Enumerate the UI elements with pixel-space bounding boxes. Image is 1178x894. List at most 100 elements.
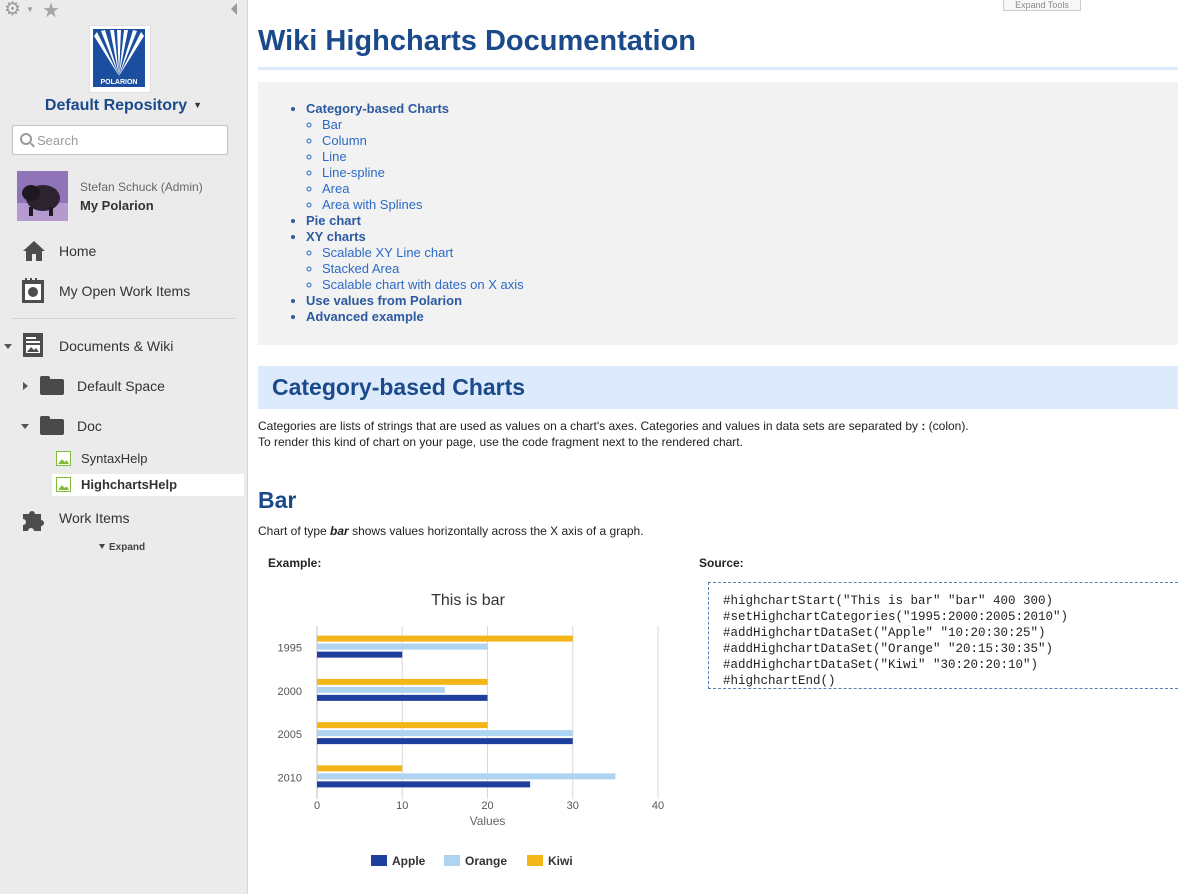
code-line: #setHighchartCategories("1995:2000:2005:…: [723, 610, 1069, 624]
section-paragraph: Categories are lists of strings that are…: [258, 419, 969, 433]
bar-desc-em: bar: [330, 524, 349, 538]
legend-label-orange: Orange: [465, 854, 507, 868]
x-tick-label: 30: [567, 800, 579, 812]
bar-apple: [317, 651, 403, 658]
table-of-contents: Category-based Charts Bar Column Line Li…: [258, 82, 1178, 345]
logo-text: POLARION: [101, 79, 138, 86]
section-text-2: To render this kind of chart on your pag…: [258, 435, 743, 449]
toc-bar-link[interactable]: Bar: [322, 117, 342, 132]
toc-line-spline-link[interactable]: Line-spline: [322, 165, 385, 180]
code-line: #highchartEnd(): [723, 674, 836, 688]
nav-default-space[interactable]: Default Space: [77, 378, 165, 394]
legend-swatch-apple: [371, 855, 387, 866]
legend-label-kiwi: Kiwi: [548, 854, 573, 868]
chevron-down-icon: [99, 544, 105, 549]
my-polarion-link[interactable]: My Polarion: [80, 198, 154, 213]
toc-subitem: Column: [322, 133, 524, 149]
section-heading-box: Category-based Charts: [258, 366, 1178, 409]
title-underline: [258, 67, 1178, 70]
bar-desc-end: shows values horizontally across the X a…: [348, 524, 644, 538]
bar-chart: This is bar 0 10 20 30 40 Values 1995 2000 2005 20…: [278, 592, 665, 868]
toc-pie-link[interactable]: Pie chart: [306, 213, 361, 228]
legend-swatch-kiwi: [527, 855, 543, 866]
toc-subitem: Area: [322, 181, 524, 197]
toc-category-link[interactable]: Category-based Charts: [306, 101, 449, 116]
home-icon[interactable]: [22, 239, 46, 263]
toc-subitem: Line-spline: [322, 165, 524, 181]
chevron-down-icon[interactable]: ▼: [26, 5, 34, 14]
wiki-page-icon: [56, 477, 71, 492]
nav-home[interactable]: Home: [59, 243, 96, 259]
legend-label-apple: Apple: [392, 854, 426, 868]
bar-orange: [317, 773, 616, 780]
toc-item: Advanced example: [306, 309, 524, 325]
legend-swatch-orange: [444, 855, 460, 866]
toc-scalable-xy-link[interactable]: Scalable XY Line chart: [322, 245, 453, 260]
toc-xy-link[interactable]: XY charts: [306, 229, 366, 244]
expand-link[interactable]: Expand: [99, 542, 145, 553]
work-items-list-icon[interactable]: [21, 278, 45, 304]
search-icon: [20, 133, 32, 145]
document-icon: [23, 333, 43, 357]
search-input[interactable]: [37, 130, 222, 150]
x-tick-label: 10: [396, 800, 408, 812]
star-icon[interactable]: ★: [42, 0, 60, 23]
nav-highcharts-help[interactable]: HighchartsHelp: [81, 477, 177, 492]
toc-subitem: Area with Splines: [322, 197, 524, 213]
toc-line-link[interactable]: Line: [322, 149, 347, 164]
bar-kiwi: [317, 635, 573, 642]
code-line: #addHighchartDataSet("Orange" "20:15:30:…: [723, 642, 1054, 656]
code-line: #highchartStart("This is bar" "bar" 400 …: [723, 594, 1054, 608]
repository-selector[interactable]: Default Repository ▼: [0, 97, 247, 115]
toc-subitem: Stacked Area: [322, 261, 524, 277]
toc-column-link[interactable]: Column: [322, 133, 367, 148]
nav-work-items[interactable]: Work Items: [59, 510, 130, 526]
source-code-block: #highchartStart("This is bar" "bar" 400 …: [708, 582, 1178, 689]
nav-doc[interactable]: Doc: [77, 418, 102, 434]
page-title: Wiki Highcharts Documentation: [258, 25, 697, 57]
user-name: Stefan Schuck (Admin): [80, 180, 203, 194]
bar-kiwi: [317, 722, 488, 729]
toc-area-splines-link[interactable]: Area with Splines: [322, 197, 422, 212]
expand-arrow-icon[interactable]: [23, 382, 28, 390]
nav-my-open-work-items[interactable]: My Open Work Items: [59, 283, 190, 299]
y-tick-label: 2000: [278, 686, 302, 698]
section-text-1: Categories are lists of strings that are…: [258, 419, 922, 433]
toc-item: XY charts Scalable XY Line chart Stacked…: [306, 229, 524, 293]
collapse-arrow-icon[interactable]: [4, 344, 12, 349]
search-box[interactable]: [12, 125, 228, 155]
wiki-page-icon: [56, 451, 71, 466]
bar-heading: Bar: [258, 487, 297, 513]
sidebar: ⚙ ▼ ★ POLARION Default Repository ▼ Sear…: [0, 0, 248, 894]
gear-icon[interactable]: ⚙: [4, 0, 21, 21]
toc-stacked-area-link[interactable]: Stacked Area: [322, 261, 399, 276]
toc-use-values-link[interactable]: Use values from Polarion: [306, 293, 462, 308]
toc-subitem: Line: [322, 149, 524, 165]
nav-syntax-help[interactable]: SyntaxHelp: [81, 451, 147, 466]
example-label: Example:: [268, 556, 322, 570]
toc-area-link[interactable]: Area: [322, 181, 349, 196]
bar-orange: [317, 730, 573, 737]
y-tick-label: 1995: [278, 643, 302, 655]
section-text-1-end: (colon).: [925, 419, 969, 433]
bar-apple: [317, 694, 488, 701]
toc-advanced-link[interactable]: Advanced example: [306, 309, 424, 324]
folder-icon: [40, 376, 64, 395]
nav-documents-wiki[interactable]: Documents & Wiki: [59, 338, 173, 354]
x-tick-label: 20: [481, 800, 493, 812]
repository-name[interactable]: Default Repository: [45, 97, 187, 114]
code-line: #addHighchartDataSet("Kiwi" "30:20:20:10…: [723, 658, 1039, 672]
expand-tools-button[interactable]: Expand Tools: [1003, 0, 1081, 11]
collapse-sidebar-icon[interactable]: [231, 3, 237, 15]
bar-apple: [317, 738, 573, 745]
toc-scalable-dates-link[interactable]: Scalable chart with dates on X axis: [322, 277, 524, 292]
toc-subitem: Bar: [322, 117, 524, 133]
avatar[interactable]: [17, 171, 68, 221]
bar-kiwi: [317, 678, 488, 685]
section-heading: Category-based Charts: [272, 374, 526, 400]
chevron-down-icon[interactable]: ▼: [193, 100, 202, 110]
bar-orange: [317, 643, 488, 650]
toc-item: Use values from Polarion: [306, 293, 524, 309]
collapse-arrow-icon[interactable]: [21, 424, 29, 429]
polarion-logo[interactable]: POLARION: [89, 25, 151, 93]
